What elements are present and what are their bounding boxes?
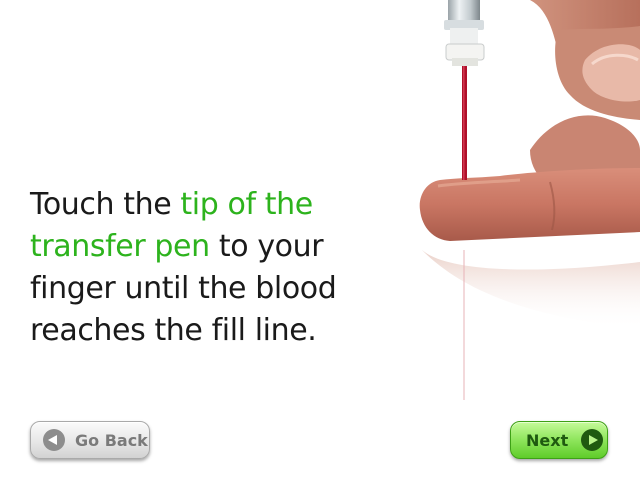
instruction-screen: Touch the tip of the transfer pen to you… <box>0 0 640 480</box>
instruction-text: Touch the tip of the transfer pen to you… <box>30 184 380 352</box>
next-label: Next <box>526 430 569 450</box>
finger-with-transfer-pen-image <box>419 0 640 400</box>
go-back-button[interactable]: Go Back <box>30 421 150 459</box>
go-back-label: Go Back <box>75 430 148 450</box>
next-button[interactable]: Next <box>510 421 608 459</box>
forward-arrow-icon <box>581 429 604 451</box>
back-arrow-icon <box>43 429 65 451</box>
instruction-text-part1: Touch the <box>30 187 181 222</box>
